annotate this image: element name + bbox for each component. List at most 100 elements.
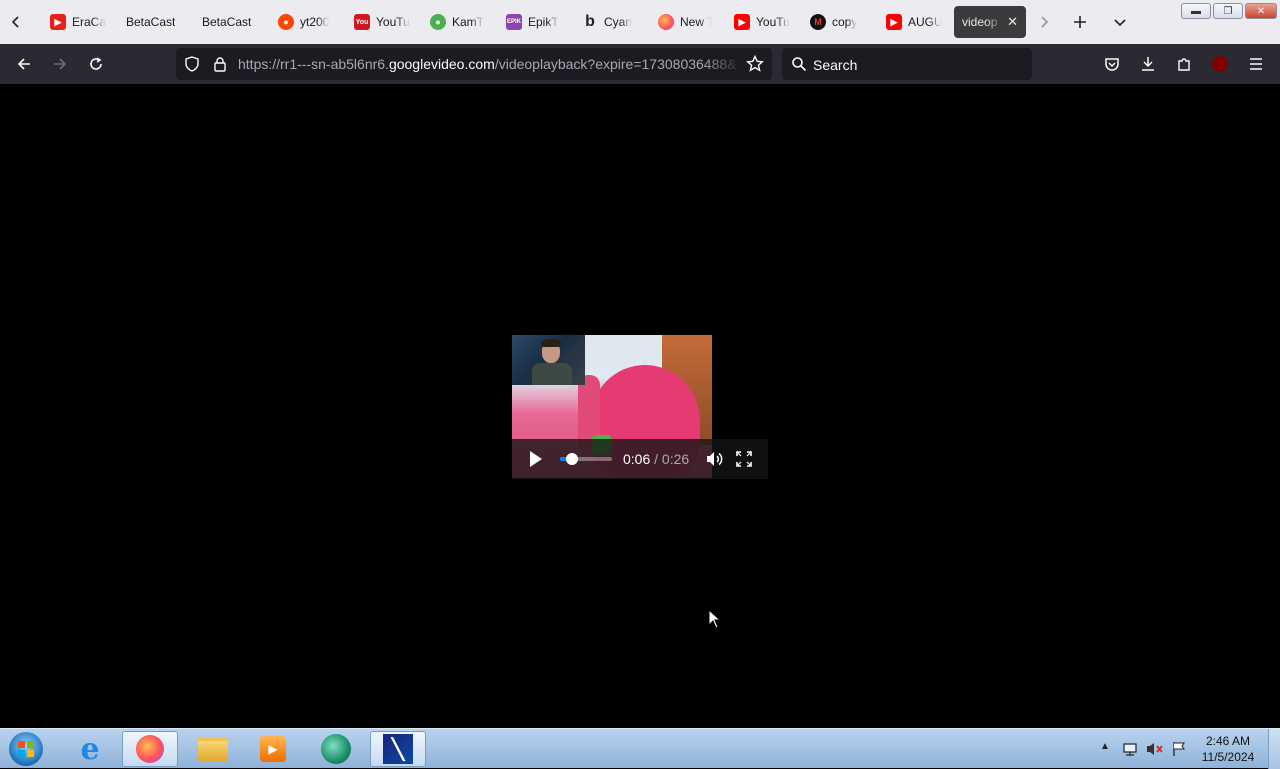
restore-window-button[interactable]: ❐ — [1213, 3, 1243, 19]
app-menu-button[interactable] — [1242, 50, 1270, 78]
mouse-cursor-icon — [708, 608, 722, 634]
fullscreen-icon — [736, 451, 752, 467]
url-suffix: /videoplayback?expire=17308036488& — [494, 56, 737, 72]
url-host: googlevideo.com — [388, 56, 495, 72]
action-center-flag-icon[interactable] — [1172, 741, 1186, 762]
tab-8[interactable]: New T — [658, 6, 712, 38]
tab-3[interactable]: ● yt200 — [278, 6, 334, 38]
downloads-button[interactable] — [1134, 50, 1162, 78]
scroll-tabs-left-button[interactable] — [2, 8, 30, 36]
webcam-person-body — [532, 363, 572, 385]
tab-title: copy — [832, 15, 858, 29]
taskbar-video-editor[interactable]: ╲ — [370, 731, 426, 767]
windows-logo-icon — [9, 732, 43, 766]
pocket-button[interactable] — [1098, 50, 1126, 78]
close-tab-icon[interactable]: ✕ — [1007, 14, 1018, 30]
tab-12-active[interactable]: videop ✕ — [954, 6, 1026, 38]
reload-icon — [90, 57, 102, 70]
ublock-origin-button[interactable] — [1206, 50, 1234, 78]
clock-time: 2:46 AM — [1205, 734, 1251, 748]
media-player-icon: ▶ — [260, 736, 286, 762]
tab-title: BetaCast — [202, 15, 252, 29]
arrow-left-icon — [17, 58, 30, 70]
show-hidden-icons-button[interactable]: ▲ — [1100, 741, 1110, 752]
webcam-person-hair — [541, 339, 561, 347]
video-editor-icon: ╲ — [383, 734, 413, 764]
tab-4[interactable]: You YouTu — [354, 6, 412, 38]
volume-muted-icon[interactable] — [1146, 741, 1164, 762]
tab-6[interactable]: EPIK EpikT — [506, 6, 560, 38]
seek-bar-thumb[interactable] — [565, 453, 578, 465]
url-text[interactable]: https://rr1---sn-ab5l6nr6.googlevideo.co… — [238, 56, 743, 72]
network-icon[interactable] — [1122, 741, 1138, 762]
reload-button[interactable] — [82, 50, 110, 78]
ublock-shield-icon — [1212, 56, 1228, 72]
webcam-overlay — [512, 335, 585, 385]
search-icon — [791, 56, 807, 75]
search-placeholder: Search — [813, 57, 858, 73]
youtube-favicon-icon: ▶ — [886, 14, 902, 30]
arrow-right-icon — [54, 58, 67, 70]
tab-bar: ▶ EraCa BetaCast BetaCast ● yt200 You Yo… — [0, 0, 1280, 44]
time-separator: / — [654, 451, 659, 467]
tab-title: EraCa — [72, 15, 106, 29]
play-button[interactable] — [528, 450, 544, 473]
chevron-left-icon — [11, 16, 19, 28]
show-desktop-button[interactable] — [1268, 729, 1280, 769]
tab-7[interactable]: b Cyan — [582, 6, 636, 38]
tab-11[interactable]: ▶ AUGU — [886, 6, 942, 38]
forward-button[interactable] — [46, 50, 74, 78]
scroll-tabs-right-button[interactable] — [1030, 8, 1058, 36]
epik-favicon-icon: EPIK — [506, 14, 522, 30]
tab-0[interactable]: ▶ EraCa — [50, 6, 106, 38]
mute-button[interactable] — [705, 450, 723, 473]
taskbar-firefox[interactable] — [122, 731, 178, 767]
search-bar[interactable]: Search — [782, 48, 1032, 80]
address-bar[interactable]: https://rr1---sn-ab5l6nr6.googlevideo.co… — [176, 48, 772, 80]
firefox-favicon-icon — [658, 14, 674, 30]
tab-5[interactable]: ● KamT — [430, 6, 484, 38]
tracking-protection-shield-icon[interactable] — [184, 56, 200, 75]
tab-1[interactable]: BetaCast — [126, 6, 186, 38]
seek-bar[interactable] — [560, 453, 612, 465]
extensions-button[interactable] — [1170, 50, 1198, 78]
taskbar-internet-explorer[interactable]: e — [62, 731, 118, 767]
tab-title: New T — [680, 15, 712, 29]
bookmark-star-icon[interactable] — [746, 54, 764, 76]
taskbar-media-player[interactable]: ▶ — [245, 731, 301, 767]
taskbar-explorer[interactable] — [185, 731, 241, 767]
minimize-window-button[interactable]: ▬ — [1181, 3, 1211, 19]
close-icon: ✕ — [1256, 5, 1266, 17]
puzzle-icon — [1178, 58, 1190, 71]
download-icon — [1142, 57, 1154, 71]
tab-9[interactable]: ▶ YouTu — [734, 6, 790, 38]
lock-icon[interactable] — [212, 56, 228, 75]
list-all-tabs-button[interactable] — [1106, 8, 1134, 36]
start-button[interactable] — [6, 730, 46, 768]
folder-icon — [198, 737, 228, 761]
chevron-right-icon — [1041, 16, 1049, 28]
youtube-favicon-icon: ▶ — [734, 14, 750, 30]
tab-title: yt200 — [300, 15, 330, 29]
restore-icon: ❐ — [1223, 5, 1233, 17]
fullscreen-button[interactable] — [736, 451, 752, 472]
close-window-button[interactable]: ✕ — [1245, 3, 1277, 19]
taskbar-app-teal[interactable] — [308, 731, 364, 767]
youtube-favicon-icon: ▶ — [50, 14, 66, 30]
tab-title: YouTu — [756, 15, 790, 29]
internet-explorer-icon: e — [80, 731, 100, 767]
back-button[interactable] — [10, 50, 38, 78]
m-favicon-icon: M — [810, 14, 826, 30]
b-favicon-icon: b — [585, 13, 595, 30]
tab-title: AUGU — [908, 15, 942, 29]
tab-2[interactable]: BetaCast — [202, 6, 262, 38]
new-tab-button[interactable] — [1066, 8, 1094, 36]
tab-title: BetaCast — [126, 15, 176, 29]
tab-10[interactable]: M copy — [810, 6, 866, 38]
system-clock[interactable]: 2:46 AM 11/5/2024 — [1196, 733, 1260, 765]
reddit-favicon-icon: ● — [278, 14, 294, 30]
hamburger-menu-icon — [1250, 58, 1262, 70]
time-display: 0:06 / 0:26 — [623, 451, 689, 467]
duration: 0:26 — [661, 451, 690, 467]
youtube-old-favicon-icon: You — [354, 14, 370, 30]
